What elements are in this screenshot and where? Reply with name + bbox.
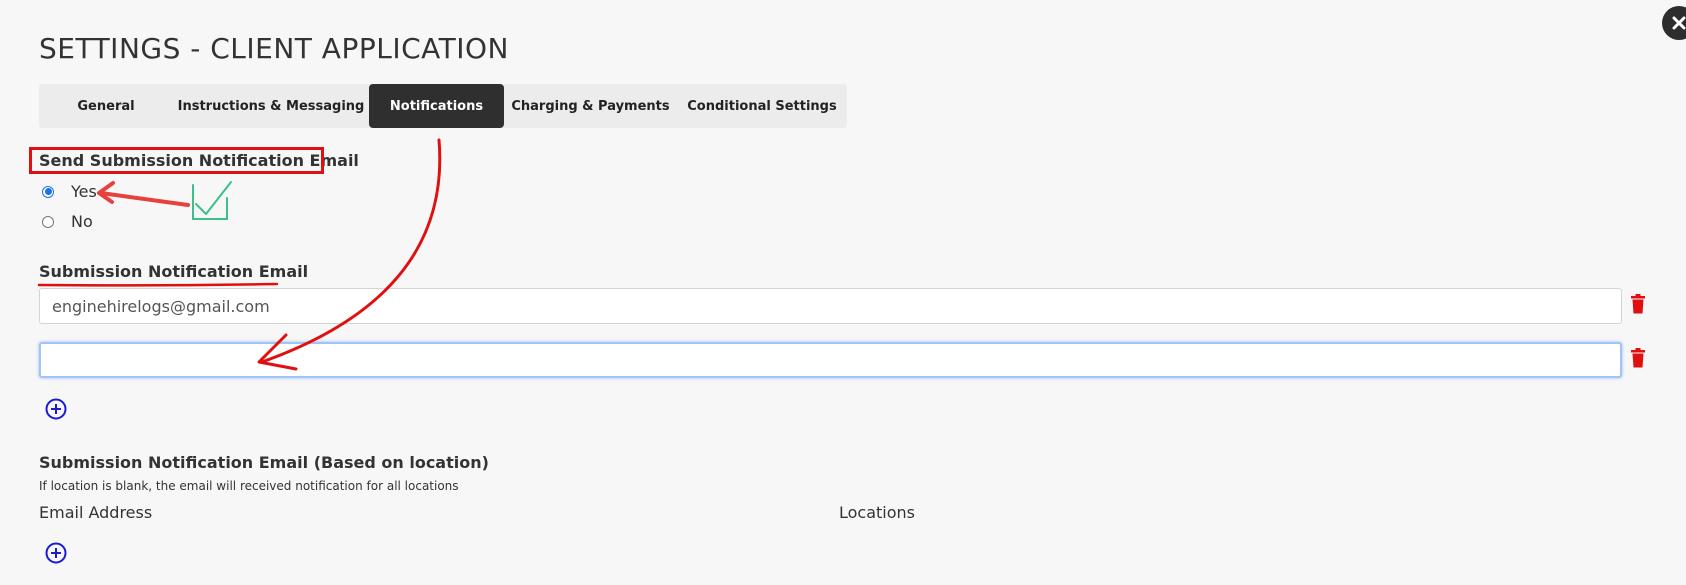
- tab-conditional-settings[interactable]: Conditional Settings: [677, 84, 847, 128]
- annotation-underline: [37, 282, 279, 287]
- tab-instructions-messaging[interactable]: Instructions & Messaging: [173, 84, 369, 128]
- radio-no-control[interactable]: [42, 215, 54, 228]
- tab-notifications[interactable]: Notifications: [369, 84, 504, 128]
- column-header-email: Email Address: [39, 503, 153, 522]
- close-button[interactable]: [1662, 6, 1686, 40]
- submission-email-label: Submission Notification Email: [39, 262, 309, 281]
- annotation-arrowhead-yes: [97, 181, 115, 204]
- tab-charging-payments[interactable]: Charging & Payments: [504, 84, 677, 128]
- page-title: SETTINGS - CLIENT APPLICATION: [39, 32, 509, 65]
- close-icon: [1672, 16, 1686, 30]
- radio-no[interactable]: No: [42, 212, 93, 231]
- annotation-arrow-yes: [99, 191, 190, 207]
- radio-yes[interactable]: Yes: [42, 182, 97, 201]
- tab-bar: General Instructions & Messaging Notific…: [39, 84, 847, 128]
- radio-yes-label: Yes: [71, 182, 97, 201]
- annotation-highlight-box: [29, 147, 324, 174]
- trash-icon[interactable]: [1630, 294, 1646, 314]
- radio-yes-control[interactable]: [42, 185, 54, 198]
- radio-no-label: No: [71, 212, 93, 231]
- location-email-label: Submission Notification Email (Based on …: [39, 453, 489, 472]
- plus-circle-icon[interactable]: [45, 542, 67, 564]
- location-email-hint: If location is blank, the email will rec…: [39, 479, 459, 493]
- tab-general[interactable]: General: [39, 84, 173, 128]
- trash-icon[interactable]: [1630, 348, 1646, 368]
- submission-email-input-1[interactable]: [39, 288, 1622, 324]
- submission-email-input-2[interactable]: [39, 342, 1622, 378]
- annotation-check-box: [192, 184, 228, 220]
- column-header-locations: Locations: [839, 503, 916, 522]
- annotation-check-mark: [195, 181, 232, 215]
- plus-circle-icon[interactable]: [45, 398, 67, 420]
